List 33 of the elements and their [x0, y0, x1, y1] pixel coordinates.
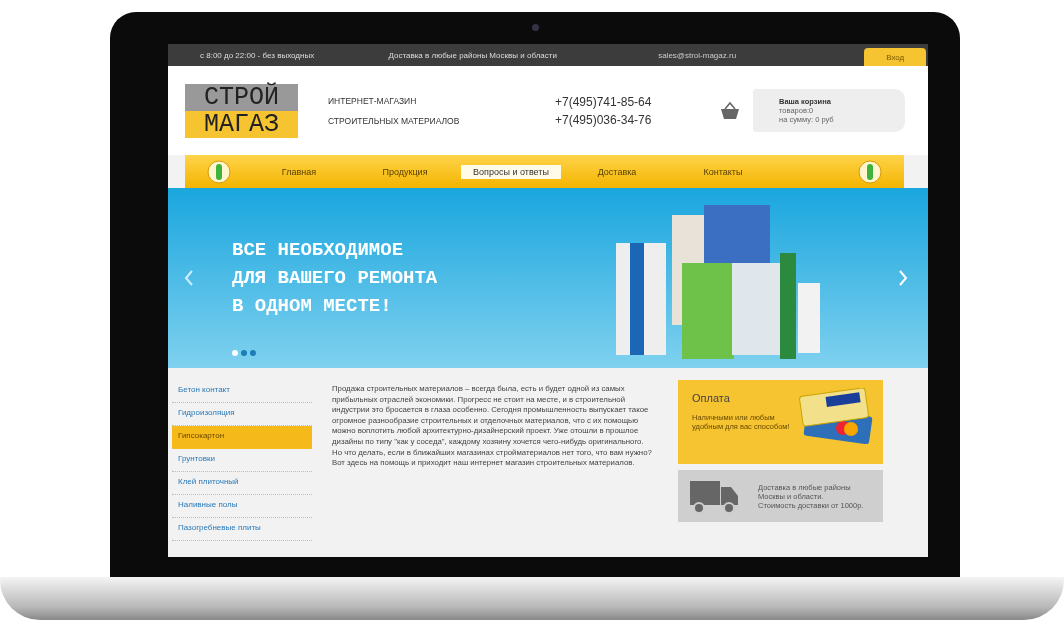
working-hours: с 8:00 до 22:00 - без выходных	[200, 50, 316, 60]
phone-number: +7(495)741-85-64	[555, 94, 653, 109]
category-link[interactable]: Гипсокартон	[172, 426, 312, 449]
slider-dot[interactable]	[232, 350, 238, 356]
banner-headline: ДЛЯ ВАШЕГО РЕМОНТА	[232, 267, 439, 289]
slider-dot[interactable]	[250, 350, 256, 356]
nav-item[interactable]: Вопросы и ответы	[461, 164, 561, 179]
category-link[interactable]: Наливные полы	[172, 495, 312, 518]
slider-dot[interactable]	[241, 350, 247, 356]
category-link[interactable]: Пазогребневые плиты	[172, 518, 312, 541]
banner-headline: В ОДНОМ МЕСТЕ!	[232, 295, 393, 317]
logo[interactable]: СТРОЙ МАГАЗ	[185, 83, 298, 138]
nav-item[interactable]: Доставка	[567, 164, 667, 179]
category-link[interactable]: Грунтовки	[172, 449, 312, 472]
level-vial-icon	[207, 159, 231, 184]
banner-headline: ВСЕ НЕОБХОДИМОЕ	[232, 239, 405, 261]
camera-icon	[532, 24, 539, 31]
delivery-note: Доставка в любые районы Москвы и области	[388, 50, 558, 60]
login-button[interactable]: Вход	[864, 48, 926, 66]
basket-icon[interactable]	[719, 100, 741, 121]
category-link[interactable]: Клей плиточный	[172, 472, 312, 495]
nav-item[interactable]: Главная	[249, 164, 349, 179]
tagline: СТРОИТЕЛЬНЫХ МАТЕРИАЛОВ	[328, 115, 461, 126]
nav-item[interactable]: Контакты	[673, 164, 773, 179]
phone-number: +7(495)036-34-76	[555, 112, 653, 127]
chevron-left-icon[interactable]	[184, 269, 194, 287]
nav-item[interactable]: Продукция	[355, 164, 455, 179]
tagline: ИНТЕРНЕТ-МАГАЗИН	[328, 95, 418, 106]
chevron-right-icon[interactable]	[898, 269, 908, 287]
level-vial-icon	[858, 159, 882, 184]
payment-title: Оплата	[692, 392, 731, 404]
email-link[interactable]: sales@stroi-magaz.ru	[658, 50, 865, 60]
category-link[interactable]: Бетон контакт	[172, 380, 312, 403]
